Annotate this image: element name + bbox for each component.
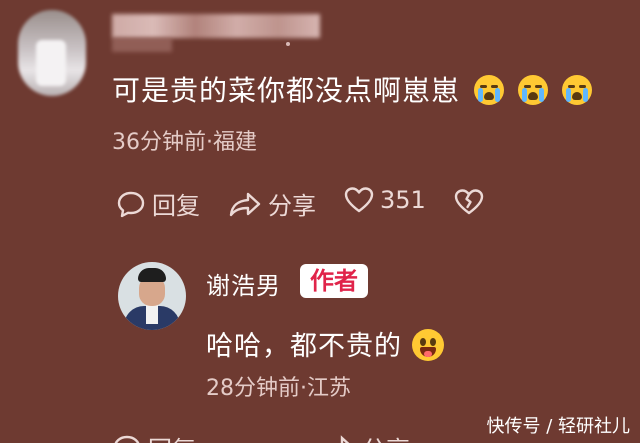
grinning-face-emoji (412, 329, 444, 361)
reply-label: 回复 (152, 192, 200, 220)
watermark: 快传号 / 轻研社儿 (486, 416, 630, 437)
crying-face-emoji (474, 75, 505, 105)
share-button[interactable]: 分享 (228, 186, 316, 221)
reply-text: 哈哈，都不贵的 (206, 324, 444, 363)
commenter-username-blurred (112, 14, 320, 38)
reply-actions-row: 回复 分享 (112, 430, 472, 443)
comment-text: 可是贵的菜你都没点啊崽崽 (112, 74, 593, 108)
broken-heart-icon (454, 189, 484, 215)
reply-icon (114, 435, 140, 443)
author-badge: 作者 (300, 264, 368, 298)
author-username[interactable]: 谢浩男 (206, 266, 281, 301)
reply-reply-label: 回复 (148, 430, 196, 443)
blur-dot (286, 42, 290, 46)
reply-share-button[interactable]: 分享 (322, 430, 410, 443)
share-label: 分享 (268, 192, 316, 220)
crying-face-emoji (562, 75, 593, 105)
comment-time-location: 36分钟前·福建 (112, 130, 257, 155)
like-button[interactable]: 351 (344, 186, 426, 214)
reply-reply-button[interactable]: 回复 (112, 430, 196, 443)
reply-button[interactable]: 回复 (116, 186, 200, 221)
reply-time-location: 28分钟前·江苏 (206, 376, 351, 401)
commenter-subtext-blurred (112, 38, 172, 52)
comment-text-content: 可是贵的菜你都没点啊崽崽 (112, 74, 461, 107)
crying-face-emoji (518, 75, 549, 105)
like-count: 351 (380, 186, 426, 214)
commenter-avatar[interactable] (18, 10, 86, 96)
heart-icon (344, 187, 374, 213)
reply-share-label: 分享 (362, 430, 410, 443)
reply-text-content: 哈哈，都不贵的 (206, 331, 402, 362)
dislike-button[interactable] (454, 188, 490, 216)
author-avatar[interactable] (118, 262, 186, 330)
share-icon (229, 192, 261, 216)
reply-icon (117, 191, 145, 217)
share-icon (337, 434, 350, 443)
